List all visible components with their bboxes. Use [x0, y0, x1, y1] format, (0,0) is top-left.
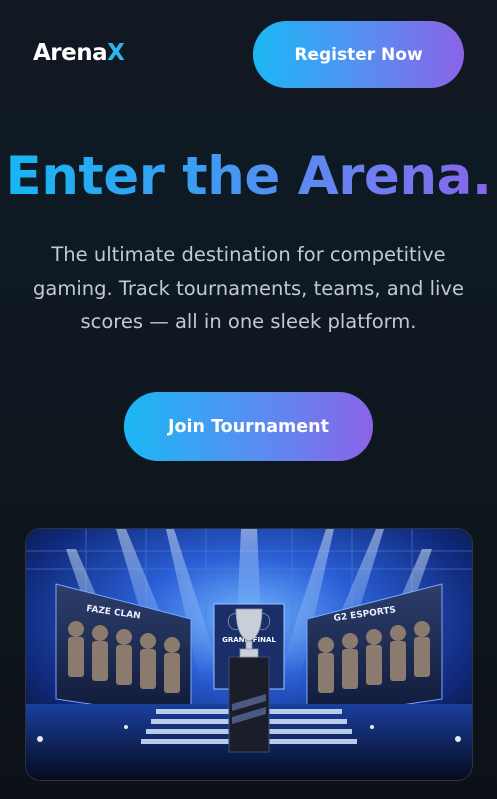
trophy-pedestal	[228, 656, 270, 753]
header-bar: ArenaX Register Now	[0, 0, 497, 110]
register-now-button[interactable]: Register Now	[253, 21, 464, 88]
arena-stage-illustration: FAZE CLAN G2 ESPORTS GRAND FINAL	[26, 529, 472, 780]
logo-accent-text: X	[107, 40, 125, 66]
logo-main-text: Arena	[33, 40, 108, 66]
join-tournament-button[interactable]: Join Tournament	[124, 392, 373, 461]
logo[interactable]: ArenaX	[33, 40, 125, 66]
hero-subtitle: The ultimate destination for competitive…	[33, 243, 464, 333]
arena-stage-image: FAZE CLAN G2 ESPORTS GRAND FINAL	[25, 528, 473, 781]
hero-title: Enter the Arena.	[0, 146, 497, 207]
